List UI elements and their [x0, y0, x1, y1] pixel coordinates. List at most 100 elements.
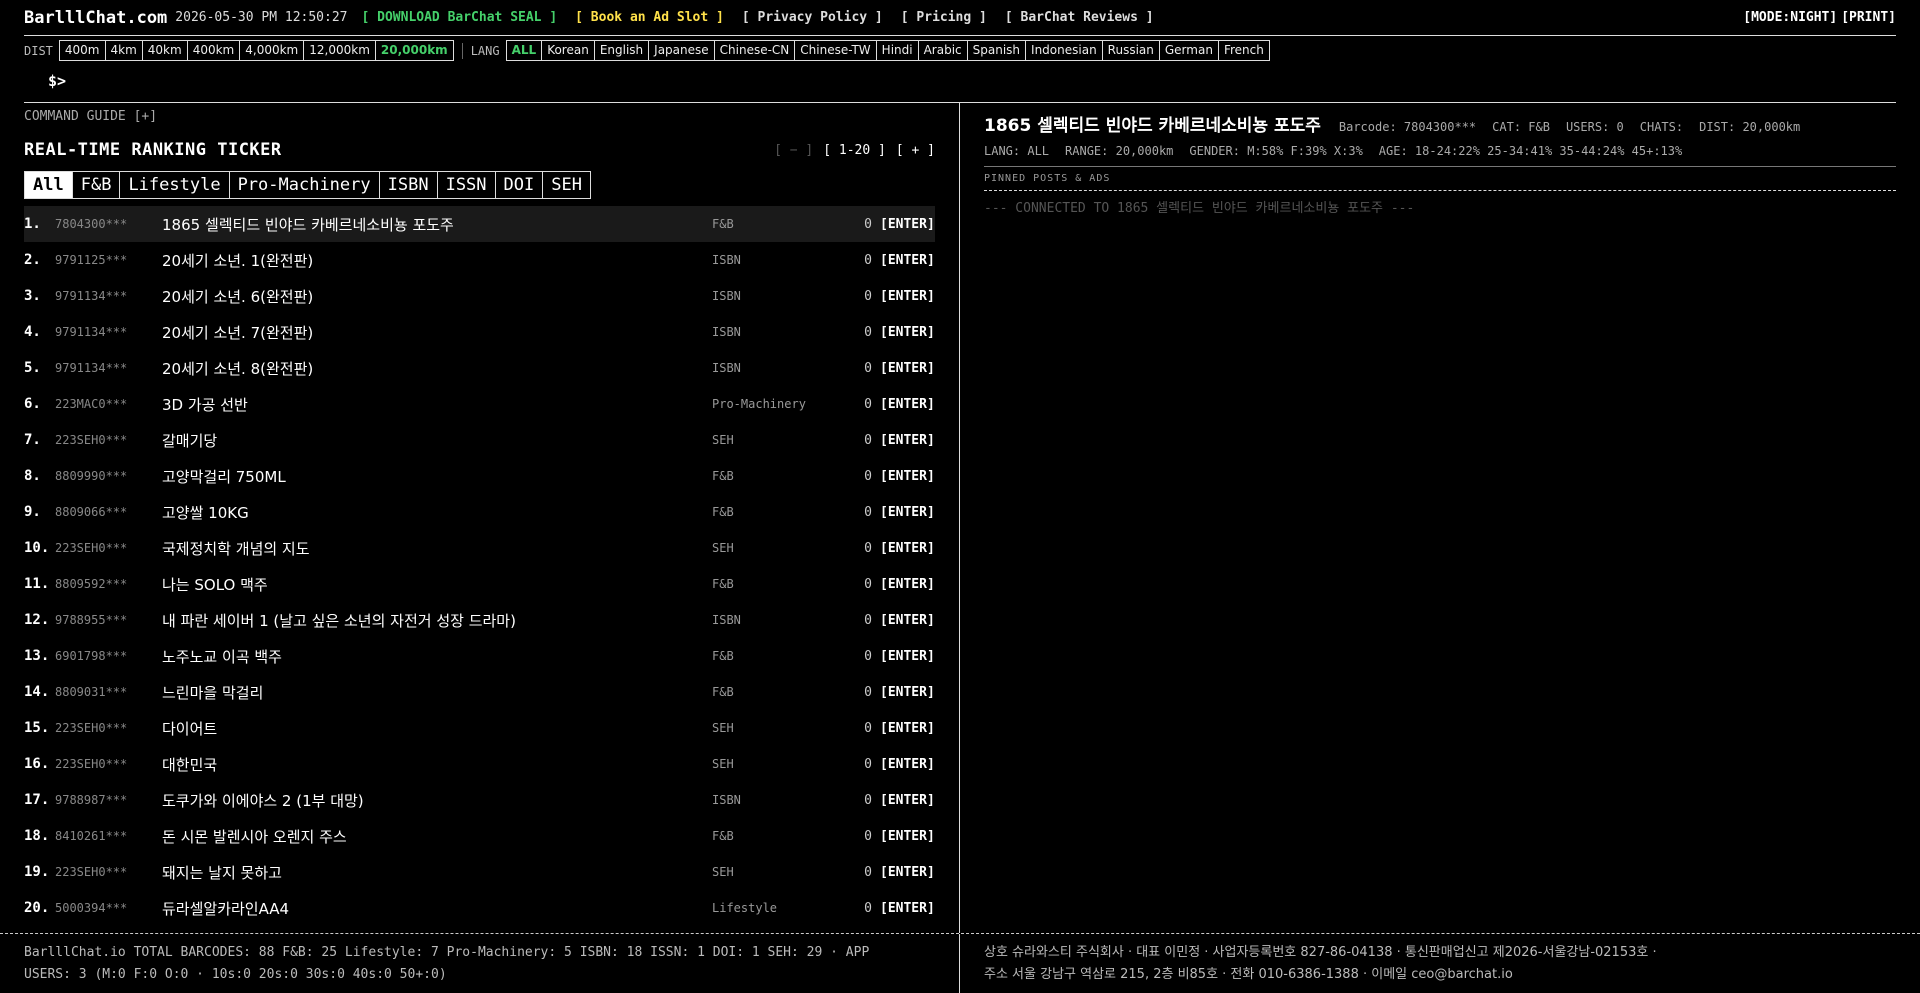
dist-chip-400m[interactable]: 400m [60, 41, 106, 60]
enter-button[interactable]: [ENTER] [880, 289, 935, 304]
item-category: ISBN [712, 793, 741, 807]
enter-button[interactable]: [ENTER] [880, 433, 935, 448]
footer: BarlllChat.io TOTAL BARCODES: 88 F&B: 25… [0, 933, 1920, 993]
lang-chip-hindi[interactable]: Hindi [877, 41, 919, 60]
lang-chip-english[interactable]: English [595, 41, 650, 60]
lang-chip-all[interactable]: ALL [507, 41, 543, 60]
enter-button[interactable]: [ENTER] [880, 685, 935, 700]
download-seal-link[interactable]: [ DOWNLOAD BarChat SEAL ] [361, 10, 557, 25]
dist-chip-40km[interactable]: 40km [143, 41, 188, 60]
tab-issn[interactable]: ISSN [437, 171, 496, 199]
tab-isbn[interactable]: ISBN [379, 171, 438, 199]
enter-button[interactable]: [ENTER] [880, 397, 935, 412]
tab-seh[interactable]: SEH [543, 171, 591, 199]
ranking-row[interactable]: 4. 9791134*** 20세기 소년. 7(완전판) ISBN 0 [ENTER] [24, 314, 935, 350]
pricing-link[interactable]: [ Pricing ] [901, 10, 987, 25]
book-ad-slot-link[interactable]: [ Book an Ad Slot ] [575, 10, 724, 25]
item-category: SEH [712, 757, 734, 771]
dist-chip-20-000km[interactable]: 20,000km [376, 41, 453, 60]
pager-next-button[interactable]: [ + ] [896, 143, 935, 158]
enter-button[interactable]: [ENTER] [880, 217, 935, 232]
chat-count: 0 [864, 468, 872, 484]
rank-number: 17. [24, 792, 50, 808]
ranking-row[interactable]: 8. 8809990*** 고양막걸리 750ML F&B 0 [ENTER] [24, 458, 935, 494]
ranking-row[interactable]: 18. 8410261*** 돈 시몬 발렌시아 오렌지 주스 F&B 0 [ENTER] [24, 818, 935, 854]
ranking-row[interactable]: 10. 223SEH0*** 국제정치학 개념의 지도 SEH 0 [ENTER] [24, 530, 935, 566]
ranking-row[interactable]: 2. 9791125*** 20세기 소년. 1(완전판) ISBN 0 [ENTER] [24, 242, 935, 278]
lang-chip-chinese-tw[interactable]: Chinese-TW [795, 41, 877, 60]
connection-status: --- CONNECTED TO 1865 셀렉티드 빈야드 카베르네소비뇽 포… [984, 201, 1415, 216]
lang-chip-spanish[interactable]: Spanish [968, 41, 1027, 60]
tab-f-b[interactable]: F&B [72, 171, 121, 199]
dist-chip-4km[interactable]: 4km [106, 41, 143, 60]
chat-count: 0 [864, 648, 872, 664]
footer-stats: BarlllChat.io TOTAL BARCODES: 88 F&B: 25… [24, 942, 934, 986]
tab-lifestyle[interactable]: Lifestyle [120, 171, 230, 199]
item-category: SEH [712, 433, 734, 447]
enter-button[interactable]: [ENTER] [880, 541, 935, 556]
enter-button[interactable]: [ENTER] [880, 865, 935, 880]
tab-all[interactable]: All [24, 171, 73, 199]
chat-count: 0 [864, 252, 872, 268]
privacy-policy-link[interactable]: [ Privacy Policy ] [742, 10, 883, 25]
enter-button[interactable]: [ENTER] [880, 793, 935, 808]
ranking-row[interactable]: 5. 9791134*** 20세기 소년. 8(완전판) ISBN 0 [ENTER] [24, 350, 935, 386]
enter-button[interactable]: [ENTER] [880, 649, 935, 664]
print-button[interactable]: [PRINT] [1841, 10, 1896, 25]
enter-button[interactable]: [ENTER] [880, 505, 935, 520]
lang-chip-chinese-cn[interactable]: Chinese-CN [715, 41, 796, 60]
tab-doi[interactable]: DOI [495, 171, 544, 199]
lang-filter: ALL Korean English Japanese Chinese-CN Chines… [505, 40, 1270, 61]
lang-chip-japanese[interactable]: Japanese [649, 41, 715, 60]
barcode: 9791125*** [55, 253, 128, 267]
lang-chip-russian[interactable]: Russian [1103, 41, 1160, 60]
site-logo[interactable]: BarlllChat.com [24, 8, 167, 28]
enter-button[interactable]: [ENTER] [880, 469, 935, 484]
item-name: 느린마을 막걸리 [162, 683, 264, 702]
lang-chip-french[interactable]: French [1219, 41, 1269, 60]
rank-number: 9. [24, 504, 41, 520]
command-prompt[interactable]: $> [24, 66, 1896, 103]
command-guide-toggle[interactable]: COMMAND GUIDE [+] [24, 109, 935, 127]
enter-button[interactable]: [ENTER] [880, 829, 935, 844]
enter-button[interactable]: [ENTER] [880, 253, 935, 268]
ranking-row[interactable]: 6. 223MAC0*** 3D 가공 선반 Pro-Machinery 0 [ENTER… [24, 386, 935, 422]
ranking-row[interactable]: 14. 8809031*** 느린마을 막걸리 F&B 0 [ENTER] [24, 674, 935, 710]
dist-chip-4-000km[interactable]: 4,000km [240, 41, 305, 60]
ranking-row[interactable]: 13. 6901798*** 노주노교 이곡 백주 F&B 0 [ENTER] [24, 638, 935, 674]
enter-button[interactable]: [ENTER] [880, 577, 935, 592]
channel-barcode: Barcode: 7804300*** [1338, 120, 1477, 134]
enter-button[interactable]: [ENTER] [880, 901, 935, 916]
enter-button[interactable]: [ENTER] [880, 361, 935, 376]
dist-chip-400km[interactable]: 400km [188, 41, 241, 60]
ranking-row[interactable]: 1. 7804300*** 1865 셀렉티드 빈야드 카베르네소비뇽 포도주 F&B… [24, 206, 935, 242]
ranking-row[interactable]: 20. 5000394*** 듀라셀알카라인AA4 Lifestyle 0 [ENTER] [24, 890, 935, 926]
item-name: 고양막걸리 750ML [162, 467, 286, 486]
enter-button[interactable]: [ENTER] [880, 757, 935, 772]
lang-chip-korean[interactable]: Korean [542, 41, 595, 60]
prompt-symbol: $> [48, 72, 67, 90]
datetime-display: 2026-05-30 PM 12:50:27 [175, 10, 348, 25]
enter-button[interactable]: [ENTER] [880, 613, 935, 628]
ranking-row[interactable]: 11. 8809592*** 나는 SOLO 맥주 F&B 0 [ENTER] [24, 566, 935, 602]
ranking-row[interactable]: 17. 9788987*** 도쿠가와 이에야스 2 (1부 대망) ISBN 0 [EN… [24, 782, 935, 818]
ranking-row[interactable]: 9. 8809066*** 고양쌀 10KG F&B 0 [ENTER] [24, 494, 935, 530]
tab-pro-machinery[interactable]: Pro-Machinery [229, 171, 380, 199]
ranking-row[interactable]: 15. 223SEH0*** 다이어트 SEH 0 [ENTER] [24, 710, 935, 746]
pager-prev-button[interactable]: [ − ] [774, 143, 813, 158]
dist-chip-12-000km[interactable]: 12,000km [304, 41, 376, 60]
ranking-row[interactable]: 16. 223SEH0*** 대한민국 SEH 0 [ENTER] [24, 746, 935, 782]
reviews-link[interactable]: [ BarChat Reviews ] [1005, 10, 1154, 25]
chat-count: 0 [864, 396, 872, 412]
lang-chip-german[interactable]: German [1160, 41, 1219, 60]
lang-chip-indonesian[interactable]: Indonesian [1026, 41, 1103, 60]
mode-toggle[interactable]: [MODE:NIGHT] [1743, 10, 1837, 25]
ranking-row[interactable]: 19. 223SEH0*** 돼지는 날지 못하고 SEH 0 [ENTER] [24, 854, 935, 890]
lang-chip-arabic[interactable]: Arabic [919, 41, 968, 60]
ranking-row[interactable]: 7. 223SEH0*** 갈매기당 SEH 0 [ENTER] [24, 422, 935, 458]
enter-button[interactable]: [ENTER] [880, 721, 935, 736]
item-category: Pro-Machinery [712, 397, 806, 411]
ranking-row[interactable]: 12. 9788955*** 내 파란 세이버 1 (날고 싶은 소년의 자전거 성… [24, 602, 935, 638]
ranking-row[interactable]: 3. 9791134*** 20세기 소년. 6(완전판) ISBN 0 [ENTER] [24, 278, 935, 314]
enter-button[interactable]: [ENTER] [880, 325, 935, 340]
